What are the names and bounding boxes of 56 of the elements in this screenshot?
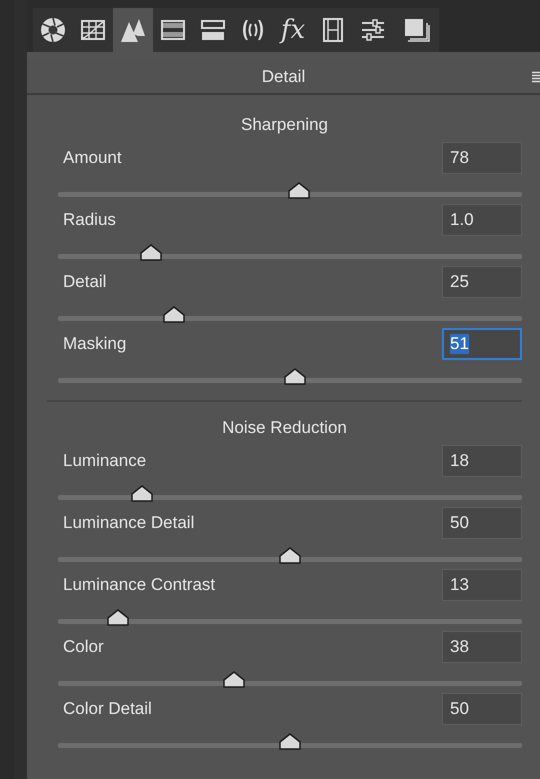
slider-label: Detail	[63, 272, 106, 292]
panel-tab[interactable]	[73, 8, 113, 52]
slider-label: Luminance Detail	[63, 513, 194, 533]
slider-label: Color	[63, 637, 104, 657]
slider-label: Amount	[63, 148, 122, 168]
field-value: 78	[450, 148, 469, 168]
slider-label: Luminance Contrast	[63, 575, 216, 595]
slider-thumb[interactable]	[130, 485, 153, 502]
slider[interactable]	[58, 733, 522, 750]
field-value: 50	[450, 699, 469, 719]
value-field[interactable]: 50	[442, 693, 522, 725]
section-heading: Sharpening	[240, 114, 329, 136]
value-field[interactable]: 13	[442, 569, 522, 601]
value-field[interactable]: 51	[442, 328, 522, 360]
slider-thumb[interactable]	[140, 244, 162, 261]
panel-title: Detail	[262, 66, 306, 86]
stacked-squares-icon	[402, 16, 430, 44]
slider[interactable]	[58, 485, 522, 502]
slider-thumb[interactable]	[223, 671, 246, 688]
field-value: 18	[450, 451, 469, 471]
menu-icon[interactable]	[532, 71, 540, 83]
panel-tab[interactable]	[33, 8, 73, 52]
slider[interactable]	[58, 609, 522, 626]
field-value: 13	[450, 575, 469, 595]
slider-thumb[interactable]	[163, 306, 185, 323]
field-value: 1.0	[450, 210, 474, 230]
value-field[interactable]: 78	[442, 142, 522, 174]
value-field[interactable]: 18	[442, 445, 522, 477]
panel-tab[interactable]: fx	[273, 8, 313, 52]
field-value: 50	[450, 513, 469, 533]
slider[interactable]	[58, 368, 522, 385]
slider-thumb[interactable]	[279, 547, 301, 564]
slider-label: Color Detail	[63, 699, 152, 719]
slider-label: Masking	[63, 334, 126, 354]
slider-thumb[interactable]	[288, 182, 310, 199]
panel-tab[interactable]	[153, 8, 193, 52]
field-value: 38	[450, 637, 469, 657]
section-heading: Noise Reduction	[221, 417, 348, 439]
slider-label: Radius	[63, 210, 116, 230]
field-value: 25	[450, 272, 469, 292]
slider[interactable]	[58, 547, 522, 564]
slider-thumb[interactable]	[107, 609, 130, 626]
slider-thumb[interactable]	[279, 733, 301, 750]
value-field[interactable]: 50	[442, 507, 522, 539]
slider[interactable]	[58, 244, 522, 261]
slider[interactable]	[58, 182, 522, 199]
slider-thumb[interactable]	[284, 368, 306, 385]
field-value: 51	[450, 334, 469, 354]
slider[interactable]	[58, 306, 522, 323]
slider-label: Luminance	[63, 451, 146, 471]
aperture-icon	[39, 16, 67, 44]
value-field[interactable]: 25	[442, 266, 522, 298]
slider[interactable]	[58, 671, 522, 688]
panel-tab[interactable]	[393, 8, 439, 52]
value-field[interactable]: 38	[442, 631, 522, 663]
value-field[interactable]: 1.0	[442, 204, 522, 236]
